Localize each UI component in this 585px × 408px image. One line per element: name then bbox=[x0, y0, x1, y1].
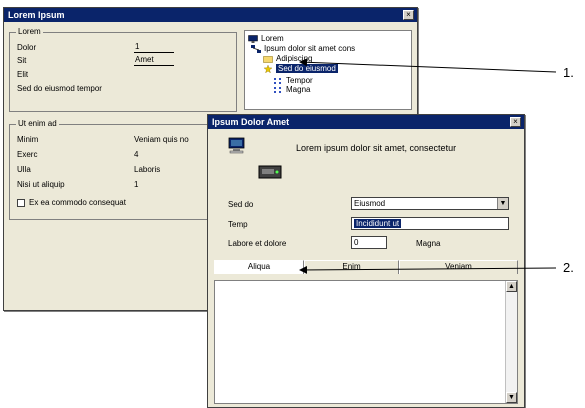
callout-arrow-1 bbox=[299, 58, 557, 73]
callout-label-1: 1. bbox=[563, 65, 574, 80]
callout-arrow-2 bbox=[299, 265, 557, 274]
callout-label-2: 2. bbox=[563, 260, 574, 275]
callout-arrows bbox=[299, 58, 557, 274]
